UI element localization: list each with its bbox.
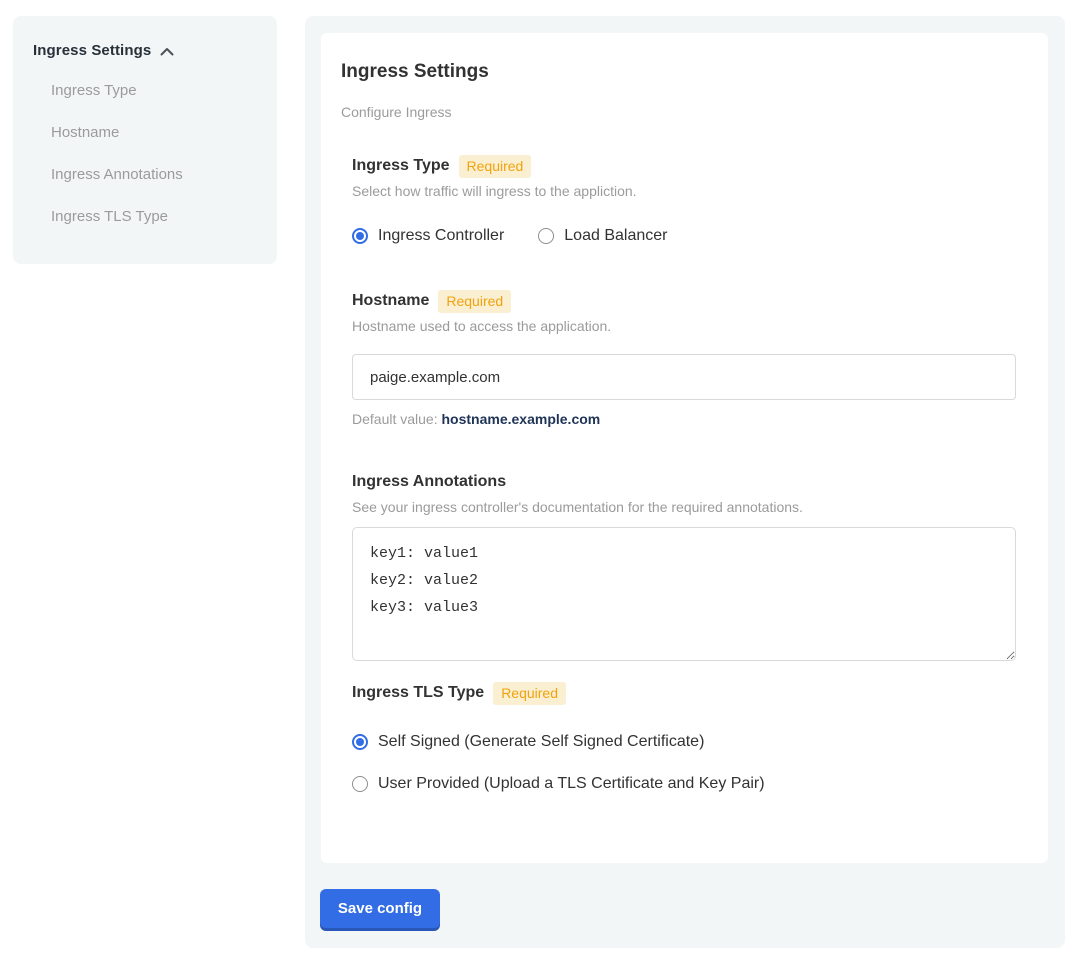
radio-option-label: Ingress Controller: [378, 227, 504, 245]
save-config-button[interactable]: Save config: [320, 889, 440, 928]
ingress-tls-type-options: Self Signed (Generate Self Signed Certif…: [352, 733, 1016, 793]
hostname-help: Hostname used to access the application.: [352, 318, 1016, 334]
hostname-input[interactable]: [352, 354, 1016, 400]
group-ingress-annotations: Ingress Annotations See your ingress con…: [352, 470, 1016, 661]
config-area: Ingress Settings Configure Ingress Ingre…: [305, 16, 1065, 948]
hostname-label: Hostname: [352, 292, 429, 310]
group-ingress-tls-type: Ingress TLS Type Required Self Signed (G…: [352, 681, 1016, 793]
radio-option-label: User Provided (Upload a TLS Certificate …: [378, 775, 765, 793]
sidebar-group-header[interactable]: Ingress Settings: [33, 42, 257, 59]
radio-unselected-icon[interactable]: [538, 228, 554, 244]
required-badge: Required: [493, 682, 566, 705]
config-card: Ingress Settings Configure Ingress Ingre…: [321, 33, 1048, 863]
page-title: Ingress Settings: [341, 61, 1028, 83]
required-badge: Required: [459, 155, 532, 178]
radio-unselected-icon[interactable]: [352, 776, 368, 792]
sidebar-group-title: Ingress Settings: [33, 42, 151, 59]
ingress-type-help: Select how traffic will ingress to the a…: [352, 183, 1016, 199]
radio-selected-icon[interactable]: [352, 734, 368, 750]
sidebar-item-ingress-annotations[interactable]: Ingress Annotations: [51, 166, 257, 184]
hostname-default-line: Default value: hostname.example.com: [352, 411, 1016, 428]
ingress-annotations-textarea[interactable]: key1: value1 key2: value2 key3: value3: [352, 527, 1016, 661]
radio-option-self-signed[interactable]: Self Signed (Generate Self Signed Certif…: [352, 733, 1016, 751]
ingress-annotations-label: Ingress Annotations: [352, 473, 506, 491]
sidebar-item-hostname[interactable]: Hostname: [51, 124, 257, 142]
ingress-annotations-help: See your ingress controller's documentat…: [352, 499, 1016, 515]
config-groups: Ingress Type Required Select how traffic…: [352, 154, 1016, 793]
radio-option-load-balancer[interactable]: Load Balancer: [538, 227, 667, 245]
group-hostname: Hostname Required Hostname used to acces…: [352, 289, 1016, 428]
group-ingress-type: Ingress Type Required Select how traffic…: [352, 154, 1016, 245]
radio-option-ingress-controller[interactable]: Ingress Controller: [352, 227, 504, 245]
ingress-tls-type-label: Ingress TLS Type: [352, 684, 484, 702]
default-value-text: hostname.example.com: [442, 411, 601, 427]
sidebar-items: Ingress Type Hostname Ingress Annotation…: [33, 82, 257, 250]
ingress-type-options: Ingress Controller Load Balancer: [352, 227, 1016, 245]
radio-option-label: Load Balancer: [564, 227, 667, 245]
radio-option-user-provided[interactable]: User Provided (Upload a TLS Certificate …: [352, 775, 1016, 793]
default-value-prefix: Default value:: [352, 411, 442, 427]
config-nav-sidebar: Ingress Settings Ingress Type Hostname I…: [13, 16, 277, 264]
required-badge: Required: [438, 290, 511, 313]
sidebar-item-ingress-type[interactable]: Ingress Type: [51, 82, 257, 100]
chevron-up-icon: [160, 47, 174, 56]
sidebar-item-ingress-tls-type[interactable]: Ingress TLS Type: [51, 208, 257, 226]
ingress-type-label: Ingress Type: [352, 157, 450, 175]
radio-option-label: Self Signed (Generate Self Signed Certif…: [378, 733, 704, 751]
page-subtitle: Configure Ingress: [341, 104, 1028, 120]
radio-selected-icon[interactable]: [352, 228, 368, 244]
